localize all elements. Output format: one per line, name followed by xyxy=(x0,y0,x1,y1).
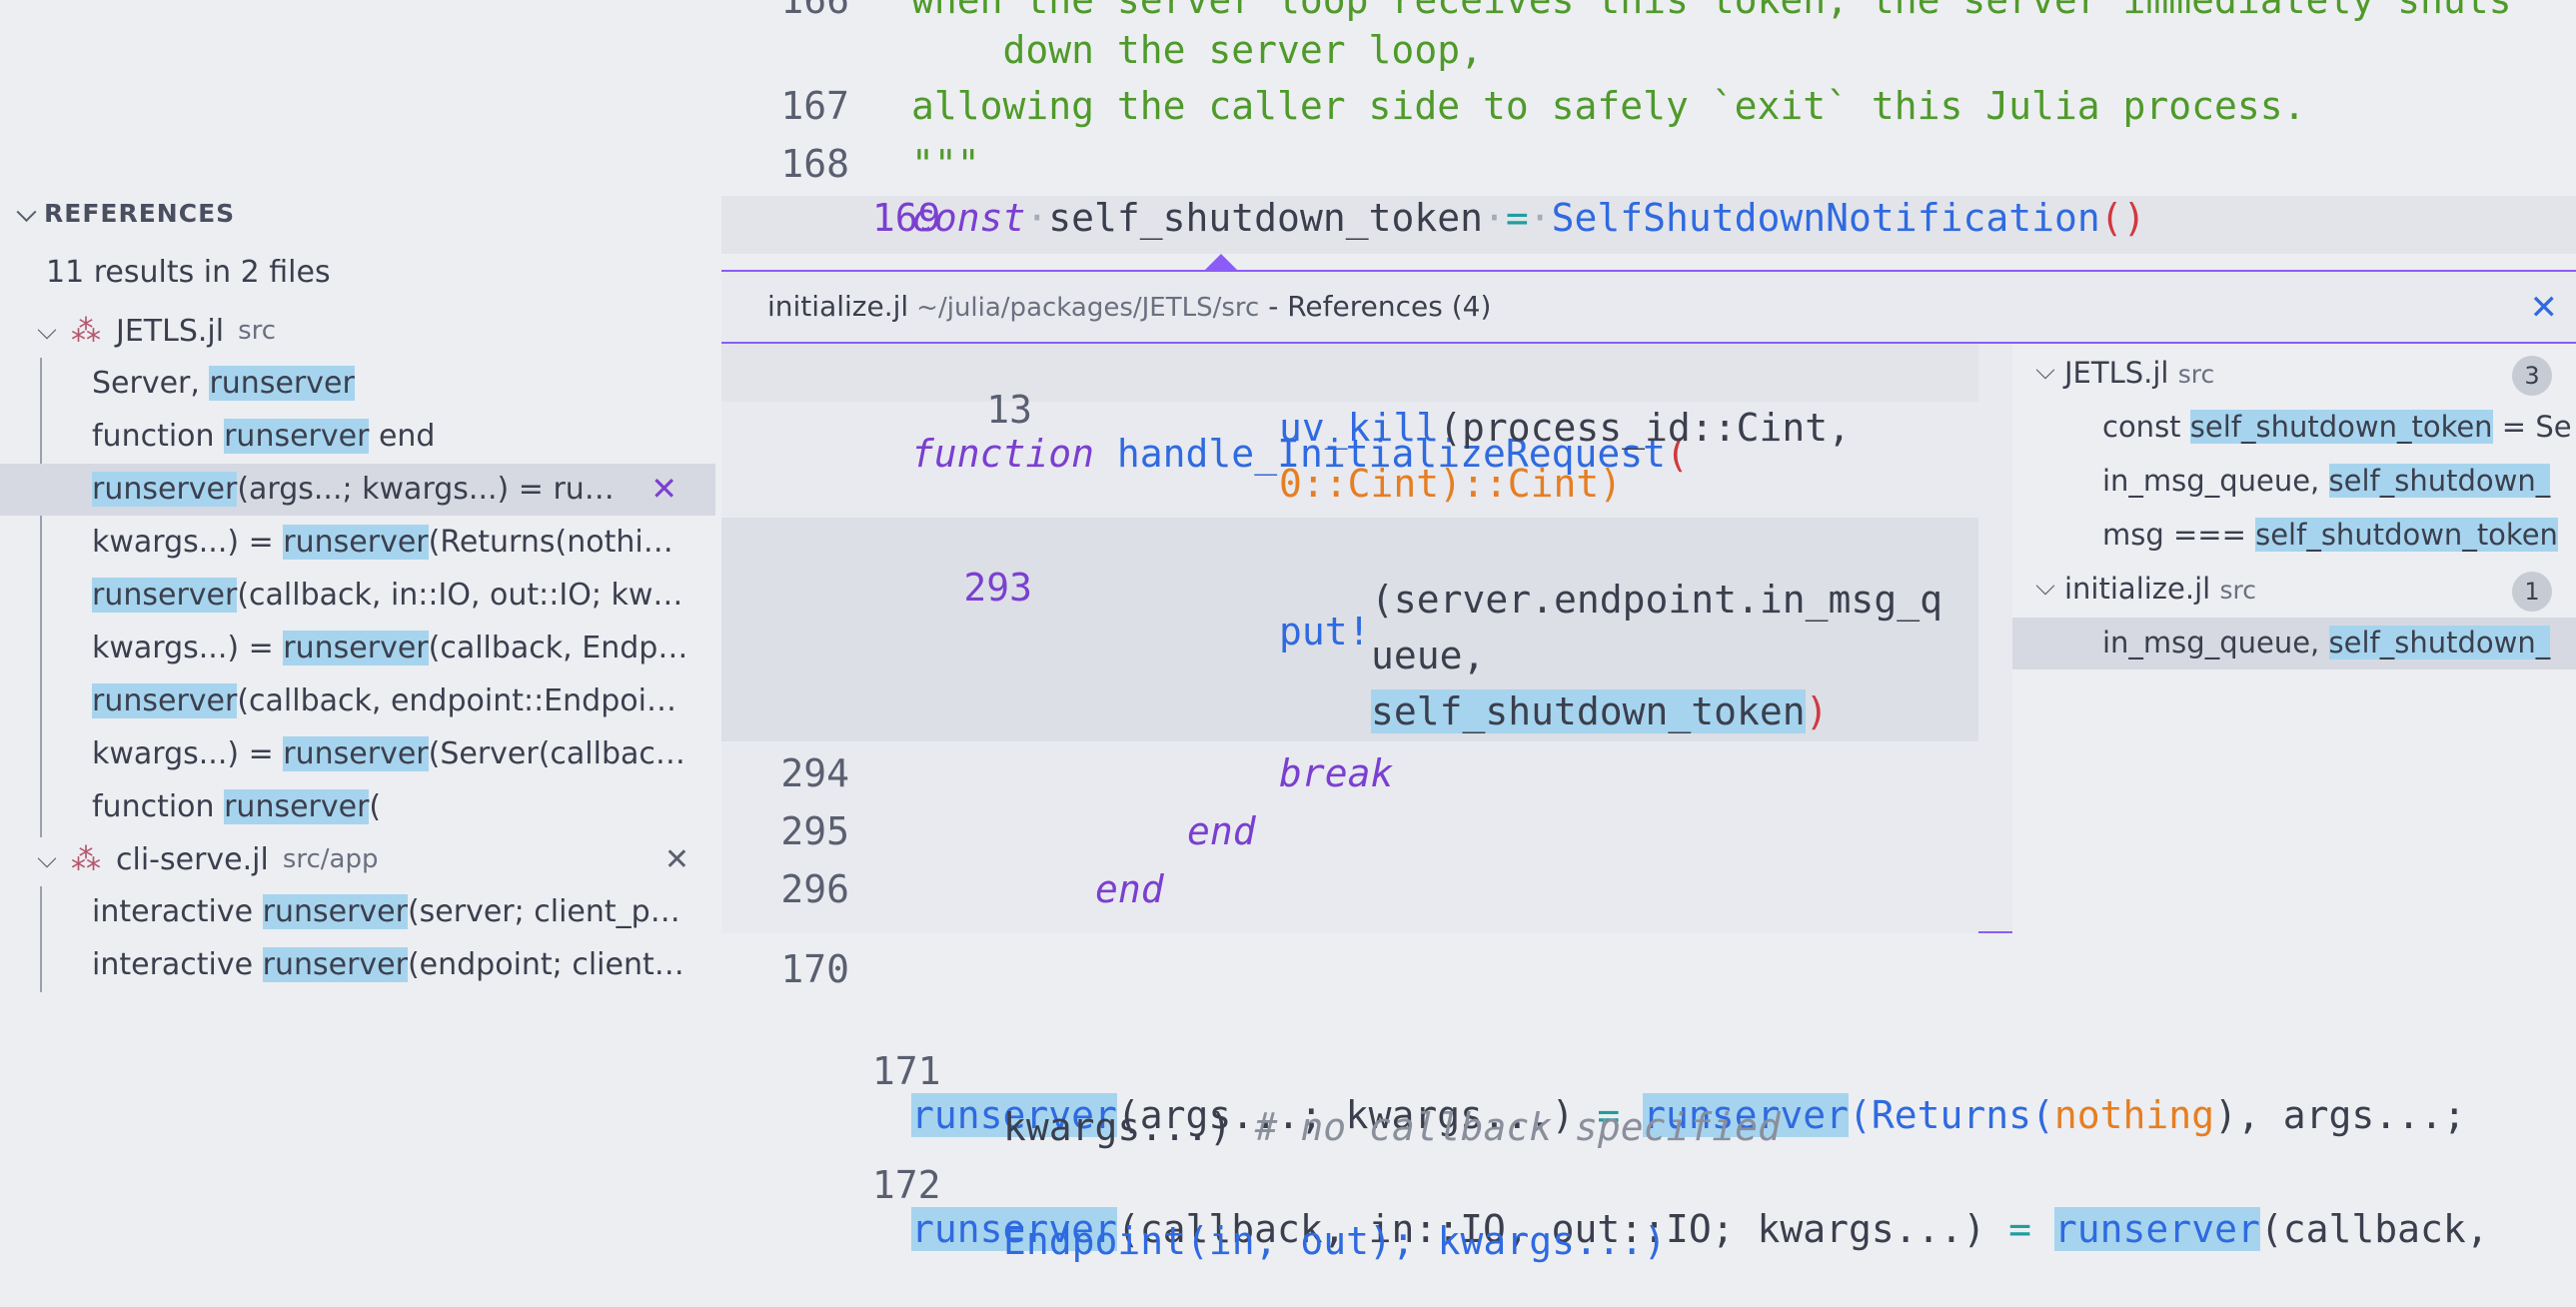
file-group-initialize[interactable]: ⌵ initialize.jl src 1 xyxy=(2012,564,2576,616)
file-group-cli-serve[interactable]: ⌵ ⁂ cli-serve.jl src/app ✕ xyxy=(30,833,709,885)
code-line: 171 runserver(args...; kwargs...) = runs… xyxy=(871,1049,2466,1137)
code-line: Endpoint(in, out); kwargs...) xyxy=(1003,1219,1667,1263)
file-name: JETLS.jl xyxy=(116,313,225,349)
list-item-selected[interactable]: runserver(args...; kwargs...) = runse...… xyxy=(0,464,715,516)
references-peek-widget[interactable]: initialize.jl ~/julia/packages/JETLS/src … xyxy=(721,270,2576,933)
peek-caret xyxy=(1205,254,1237,270)
dismiss-icon[interactable]: ✕ xyxy=(650,470,677,508)
list-item[interactable]: Server, runserver xyxy=(0,358,715,410)
chevron-down-icon[interactable]: ⌵ xyxy=(30,316,64,347)
list-item[interactable]: kwargs...) = runserver(Returns(nothing..… xyxy=(0,517,715,569)
count-badge: 1 xyxy=(2512,572,2552,612)
references-title: REFERENCES xyxy=(44,199,236,228)
list-item[interactable]: interactive runserver(server; client_pro… xyxy=(0,886,715,938)
peek-code-preview[interactable]: 13 function handle_InitializeRequest( uv… xyxy=(721,344,1978,933)
list-item[interactable]: function runserver end xyxy=(0,411,715,463)
list-item[interactable]: in_msg_queue, self_shutdown_ xyxy=(2012,456,2576,508)
references-sidebar: ⌵ REFERENCES 11 results in 2 files ⌵ ⁂ J… xyxy=(0,0,719,1197)
peek-title: initialize.jl ~/julia/packages/JETLS/src … xyxy=(767,290,1492,323)
file-group-jetls[interactable]: ⌵ JETLS.jl src 3 xyxy=(2012,348,2576,400)
chevron-down-icon[interactable]: ⌵ xyxy=(30,844,64,875)
file-group-jetls[interactable]: ⌵ ⁂ JETLS.jl src xyxy=(30,305,709,357)
list-item[interactable]: msg === self_shutdown_token xyxy=(2012,510,2576,562)
file-path: src/app xyxy=(282,844,379,874)
code-line: 13 function handle_InitializeRequest( xyxy=(721,344,1978,476)
list-item[interactable]: runserver(callback, endpoint::Endpoint;.… xyxy=(0,675,715,727)
list-item[interactable]: kwargs...) = runserver(Server(callback,.… xyxy=(0,728,715,780)
list-item[interactable]: function runserver( xyxy=(0,781,715,833)
file-name: cli-serve.jl xyxy=(116,841,269,877)
current-code-line: 169 const·self_shutdown_token·=·SelfShut… xyxy=(721,196,2576,254)
code-line: 172 runserver(callback, in::IO, out::IO;… xyxy=(871,1163,2489,1251)
code-line: kwargs...) # no callback specified xyxy=(1003,1105,1781,1149)
results-summary: 11 results in 2 files xyxy=(46,255,331,290)
list-item[interactable]: interactive runserver(endpoint; client_.… xyxy=(0,939,715,991)
list-item[interactable]: kwargs...) = runserver(callback, Endpoi.… xyxy=(0,623,715,674)
list-item[interactable]: const self_shutdown_token = Se xyxy=(2012,402,2576,454)
list-item-selected[interactable]: in_msg_queue, self_shutdown_ xyxy=(2012,618,2576,669)
dismiss-icon[interactable]: ✕ xyxy=(664,842,689,877)
chevron-down-icon[interactable]: ⌵ xyxy=(2028,572,2062,603)
peek-references-tree[interactable]: ⌵ JETLS.jl src 3 const self_shutdown_tok… xyxy=(2012,344,2576,933)
close-icon[interactable]: ✕ xyxy=(2530,288,2559,328)
julia-file-icon: ⁂ xyxy=(71,313,101,349)
julia-file-icon: ⁂ xyxy=(71,841,101,877)
references-section-header[interactable]: ⌵ REFERENCES xyxy=(10,198,235,229)
chevron-down-icon[interactable]: ⌵ xyxy=(2028,356,2062,387)
code-line: 293 put! xyxy=(963,566,1371,654)
file-path: src xyxy=(238,316,277,346)
count-badge: 3 xyxy=(2512,356,2552,396)
list-item[interactable]: runserver(callback, in::IO, out::IO; kwa… xyxy=(0,570,715,622)
chevron-down-icon[interactable]: ⌵ xyxy=(10,198,44,229)
